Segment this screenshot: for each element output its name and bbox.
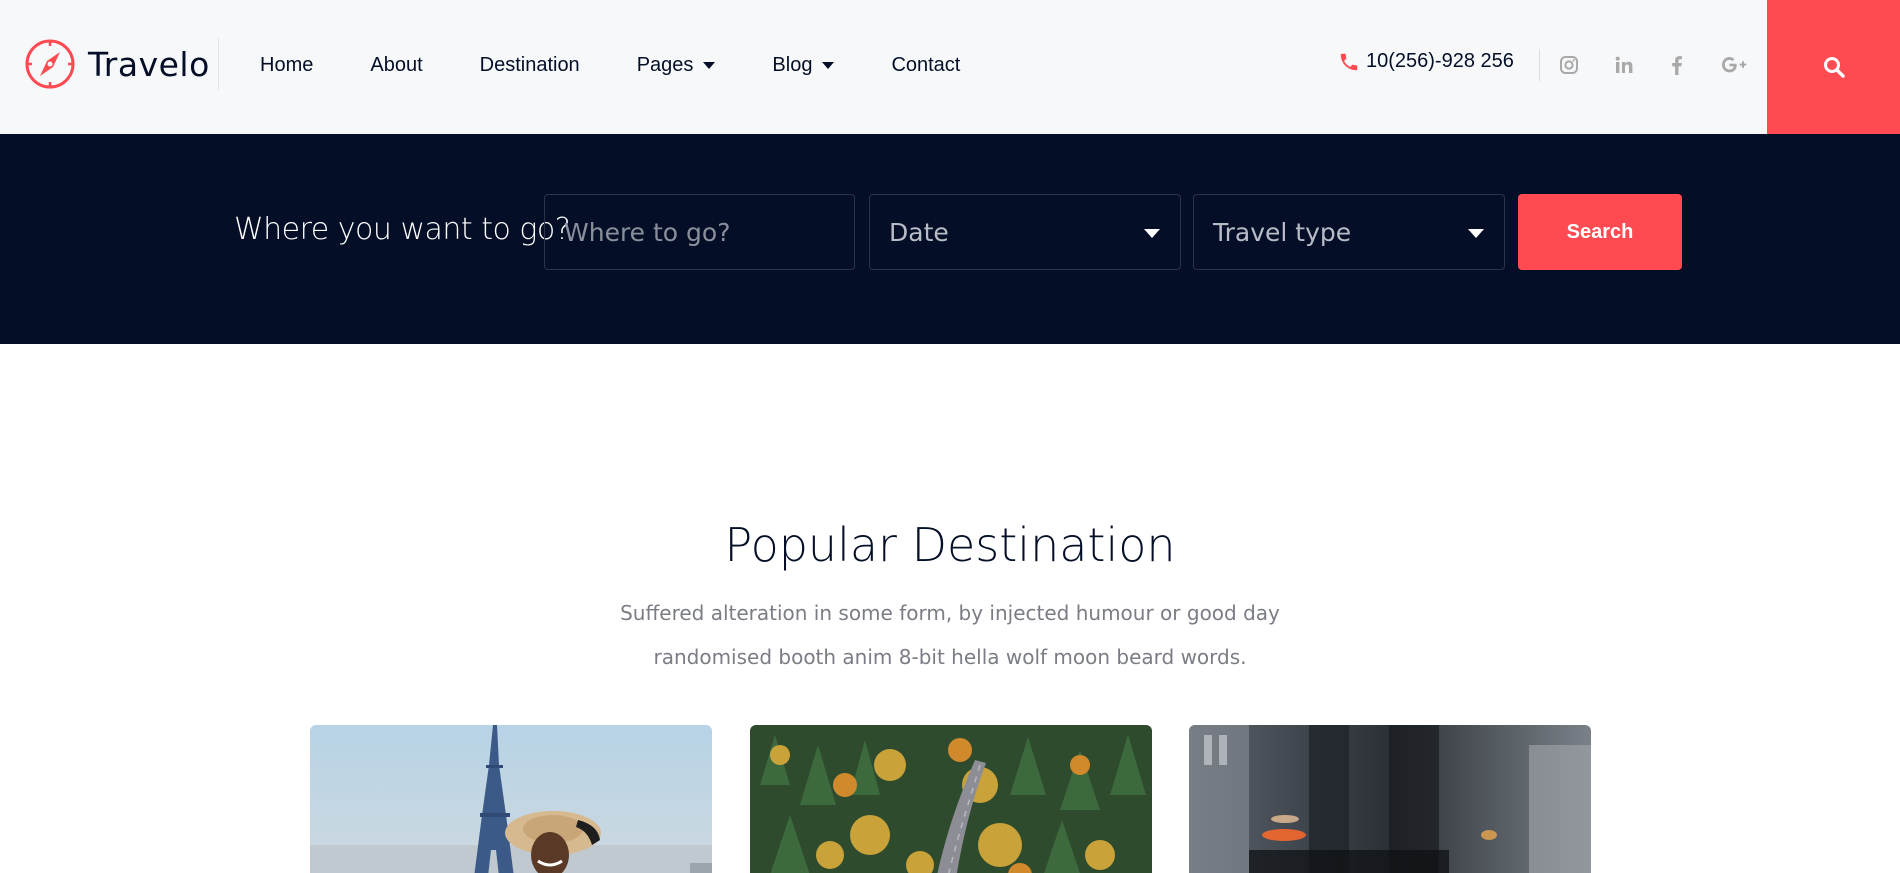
section-title: Popular Destination [724,518,1176,572]
where-input[interactable] [564,217,854,247]
caret-down-icon [703,61,716,69]
travel-type-select[interactable]: Travel type [1193,194,1505,270]
phone-number: 10(256)-928 256 [1366,50,1514,72]
nav-label: Contact [891,53,961,76]
nav-item-home[interactable]: Home [260,54,313,77]
destination-card-image[interactable] [310,725,712,873]
facebook-glyph [1672,56,1682,75]
caret-down-icon [822,61,835,69]
eiffel-tower-photo [310,725,712,873]
nav-label: Pages [636,53,694,76]
divider [1539,49,1540,81]
nav-label: About [370,53,423,76]
destination-card-image[interactable] [750,725,1152,873]
logo-text: Travelo [88,44,210,84]
search-label: Where you want to go? [234,212,571,247]
facebook-icon[interactable] [1664,52,1690,78]
logo[interactable]: Travelo [24,37,210,91]
forest-road-photo [750,725,1152,873]
google-plus-icon[interactable] [1720,52,1750,78]
caret-down-icon [1468,229,1484,238]
instagram-glyph [1560,56,1578,74]
destination-card-image[interactable] [1189,725,1591,873]
city-street-photo [1189,725,1591,873]
search-button[interactable]: Search [1518,194,1682,270]
date-select-value: Date [889,217,949,247]
main-nav: Home About Destination Pages Blog Contac… [260,0,1017,130]
phone-icon [1340,53,1358,70]
header-search-button[interactable] [1767,0,1900,134]
nav-item-about[interactable]: About [370,54,422,77]
linkedin-icon[interactable] [1611,52,1637,78]
compass-icon [25,39,75,89]
nav-label: Home [260,53,314,76]
section-subtitle-line2: randomised booth anim 8-bit hella wolf m… [653,645,1247,669]
nav-label: Destination [479,53,580,76]
nav-item-destination[interactable]: Destination [480,54,580,77]
site-header: Travelo Home About Destination Pages Blo… [0,0,1900,134]
divider [218,38,219,90]
phone-link[interactable]: 10(256)-928 256 [1338,50,1514,73]
nav-item-contact[interactable]: Contact [891,54,960,77]
nav-item-blog[interactable]: Blog [772,53,835,77]
caret-down-icon [1144,229,1160,238]
section-subtitle-line1: Suffered alteration in some form, by inj… [620,601,1280,625]
instagram-icon[interactable] [1556,52,1582,78]
date-select[interactable]: Date [869,194,1181,270]
nav-item-pages[interactable]: Pages [637,54,716,77]
google-plus-glyph [1722,57,1747,73]
search-band: Where you want to go? Date Travel type S… [0,134,1900,344]
nav-label: Blog [772,53,813,76]
travel-type-select-value: Travel type [1213,217,1352,247]
linkedin-glyph [1615,56,1633,73]
where-field[interactable] [544,194,855,270]
search-icon [1823,57,1845,78]
